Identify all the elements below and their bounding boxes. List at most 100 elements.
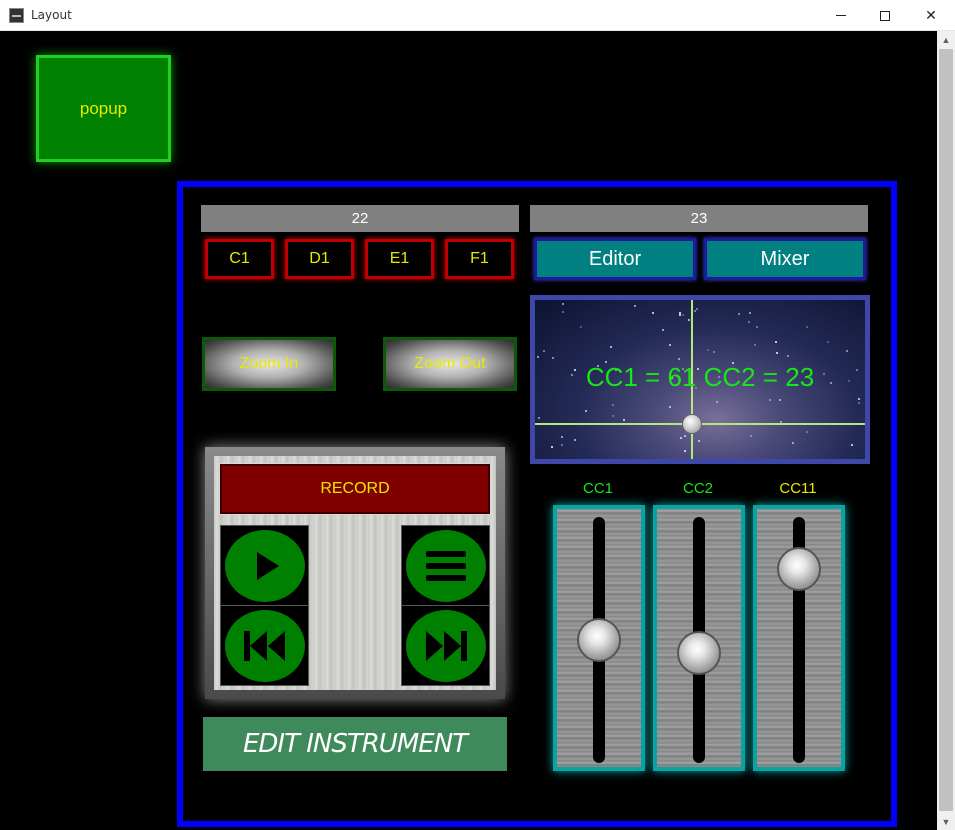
window-title: Layout [31,8,72,22]
edit-instrument-button[interactable]: EDIT INSTRUMENT [203,717,507,771]
xy-pad-star [716,401,718,403]
play-button[interactable] [220,525,309,606]
xy-pad-star [612,415,614,417]
skip-forward-icon [425,630,467,661]
xy-pad-star [858,402,860,404]
play-icon [256,551,279,580]
fader-label-cc2: CC2 [682,480,713,497]
app-icon [9,8,24,23]
xy-pad-star [750,435,752,437]
vertical-scrollbar[interactable]: ▲ ▼ [937,31,955,830]
xy-pad-star [538,417,540,419]
xy-pad-star [662,329,664,331]
tab-mixer[interactable]: Mixer [704,238,866,280]
zoom-in-button[interactable]: Zoom In [202,337,336,391]
rewind-button[interactable] [220,605,309,686]
note-button-e1[interactable]: E1 [365,239,434,279]
tab-editor[interactable]: Editor [534,238,696,280]
transport-panel: RECORD [205,447,505,699]
xy-pad-star [787,355,789,357]
xy-pad-star [561,444,563,446]
minimize-icon [836,15,846,16]
xy-pad-star [537,356,539,358]
xy-pad-star [652,312,654,314]
note-button-d1[interactable]: D1 [285,239,354,279]
xy-pad-star [562,303,564,305]
xy-pad-star [580,326,582,328]
xy-pad-star [678,358,680,360]
fader-knob-cc11[interactable] [777,547,821,591]
xy-pad-star [748,321,750,323]
fader-cc11[interactable] [753,505,845,771]
xy-pad-star [574,439,576,441]
close-icon: ✕ [925,7,937,24]
fader-knob-cc1[interactable] [577,618,621,662]
xy-pad-star [552,357,554,359]
xy-pad-star [623,419,625,421]
note-button-c1[interactable]: C1 [205,239,274,279]
fader-label-cc1: CC1 [582,480,613,497]
panel-header-23: 23 [530,205,868,232]
xy-pad-star [684,450,686,452]
scroll-up-arrow-icon[interactable]: ▲ [937,31,955,48]
xy-pad-star [669,406,671,408]
xy-pad-star [779,399,781,401]
xy-pad-star [698,440,700,442]
xy-pad-star [585,410,587,412]
note-button-f1[interactable]: F1 [445,239,514,279]
xy-pad-star [561,436,563,438]
menu-icon [425,550,466,581]
xy-pad-star [851,444,853,446]
xy-pad-star [738,313,740,315]
fader-cc2[interactable] [653,505,745,771]
close-button[interactable]: ✕ [908,0,954,31]
minimize-button[interactable] [818,0,864,31]
xy-pad-star [769,399,771,401]
xy-pad-star [827,341,829,343]
xy-pad-star [610,346,612,348]
xy-pad-star [707,349,709,351]
xy-pad-star [846,350,848,352]
xy-pad-star [858,398,860,400]
popup-button[interactable]: popup [36,55,171,162]
xy-pad-star [754,344,756,346]
fader-label-cc11: CC11 [779,480,817,497]
xy-pad-star [682,314,684,316]
xy-pad-readout: CC1 = 61 CC2 = 23 [585,362,815,392]
xy-pad-star [756,326,758,328]
xy-pad-star [713,351,715,353]
xy-pad-handle[interactable] [682,414,702,434]
xy-pad-star [551,446,553,448]
xy-pad-star [806,326,808,328]
xy-pad-star [688,319,690,321]
zoom-out-button[interactable]: Zoom Out [383,337,517,391]
title-bar: Layout ✕ [0,0,955,31]
xy-pad-star [680,437,682,439]
xy-pad-star [679,314,681,316]
xy-pad-star [792,442,794,444]
forward-button[interactable] [401,605,490,686]
fader-knob-cc2[interactable] [677,631,721,675]
xy-pad-star [775,341,777,343]
record-button[interactable]: RECORD [219,463,491,515]
skip-back-icon [243,630,285,661]
menu-button[interactable] [401,525,490,606]
xy-pad-star [669,344,671,346]
xy-pad-star [696,308,698,310]
xy-pad-star [806,431,808,433]
maximize-button[interactable] [862,0,908,31]
xy-pad-star [543,350,545,352]
xy-pad-star [634,305,636,307]
scroll-down-arrow-icon[interactable]: ▼ [937,813,955,830]
xy-pad-star [776,352,778,354]
xy-pad[interactable]: CC1 = 61 CC2 = 23 [530,295,870,464]
scrollbar-thumb[interactable] [939,49,953,811]
xy-pad-star [612,404,614,406]
xy-pad-star [684,435,686,437]
maximize-icon [880,10,890,21]
xy-pad-star [694,310,696,312]
xy-pad-star [749,312,751,314]
panel-header-22: 22 [201,205,519,232]
fader-cc1[interactable] [553,505,645,771]
xy-pad-star [562,311,564,313]
